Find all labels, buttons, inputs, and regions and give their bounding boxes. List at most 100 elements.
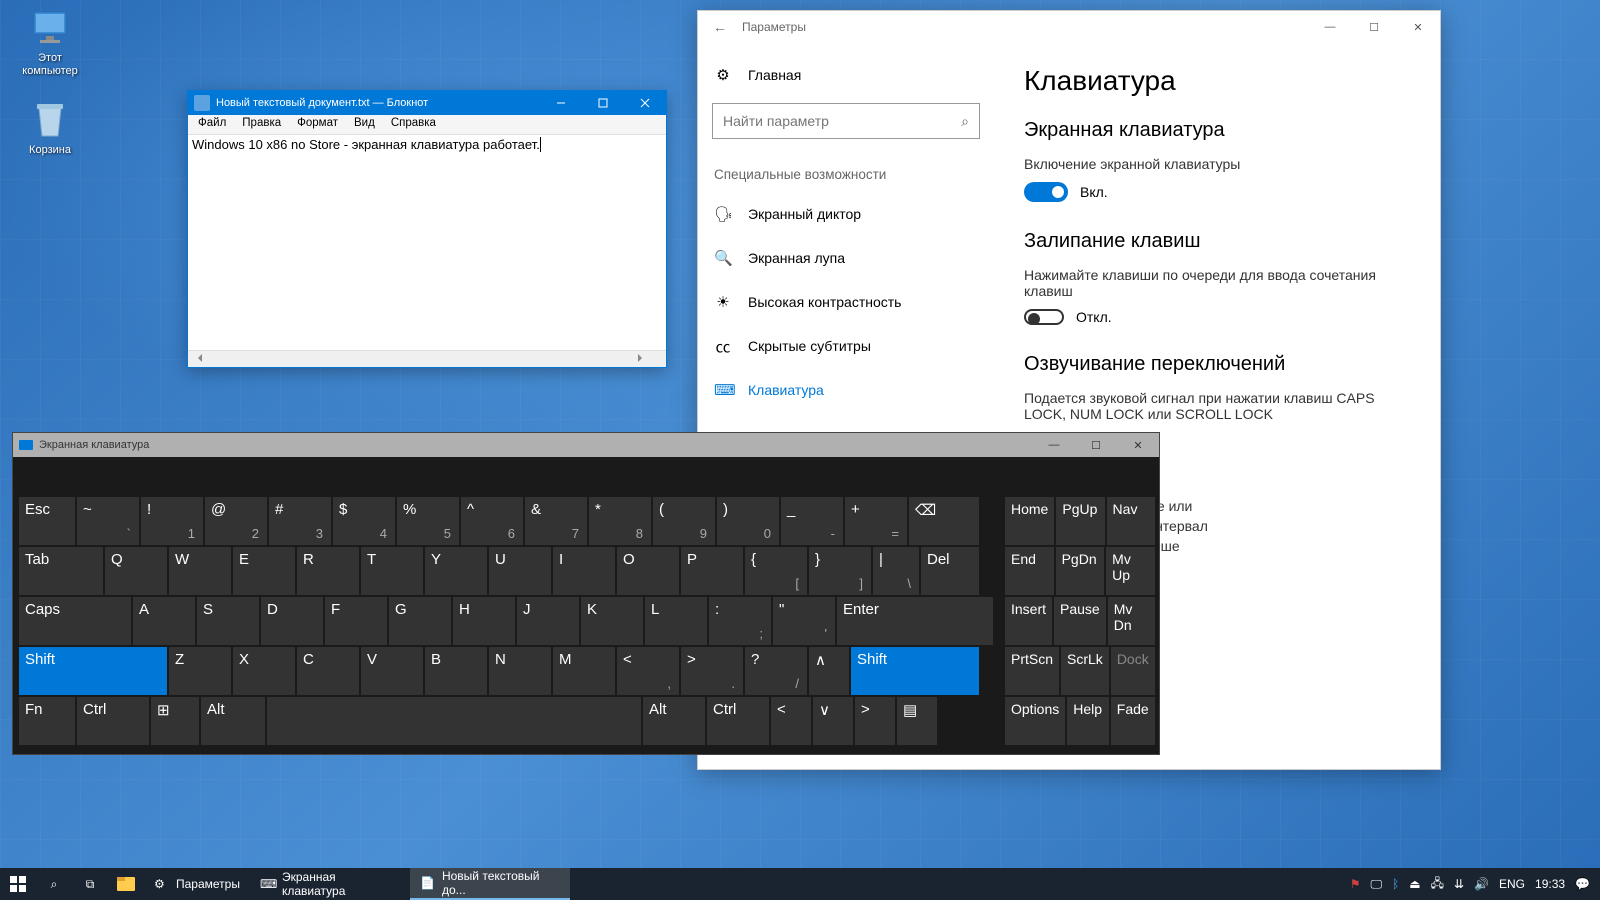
key-b[interactable]: B <box>425 647 487 695</box>
tray-devices-icon[interactable]: ⏏ <box>1409 877 1420 891</box>
key-t[interactable]: T <box>361 547 423 595</box>
key-shift[interactable]: Shift <box>851 647 979 695</box>
settings-titlebar[interactable]: ← Параметры — ☐ ✕ <box>698 11 1440 43</box>
menu-help[interactable]: Справка <box>383 115 444 134</box>
key-h[interactable]: H <box>453 597 515 645</box>
key-pgup[interactable]: PgUp <box>1056 497 1104 545</box>
notepad-titlebar[interactable]: Новый текстовый документ.txt — Блокнот <box>188 91 666 115</box>
key-d[interactable]: D <box>261 597 323 645</box>
key-caps[interactable]: Caps <box>19 597 131 645</box>
tray-volume-icon[interactable]: 🔊 <box>1474 877 1489 891</box>
key-<[interactable]: < <box>771 697 811 745</box>
key-m[interactable]: M <box>553 647 615 695</box>
key-+[interactable]: += <box>845 497 907 545</box>
key-}[interactable]: }] <box>809 547 871 595</box>
key-fn[interactable]: Fn <box>19 697 75 745</box>
key-"[interactable]: "' <box>773 597 835 645</box>
key-v[interactable]: V <box>361 647 423 695</box>
explorer-button[interactable] <box>108 868 144 900</box>
close-button[interactable]: ✕ <box>1117 433 1159 457</box>
close-button[interactable]: ✕ <box>1396 11 1440 43</box>
key-pause[interactable]: Pause <box>1054 597 1106 645</box>
key-([interactable]: (9 <box>653 497 715 545</box>
key-scrlk[interactable]: ScrLk <box>1061 647 1109 695</box>
key-#[interactable]: #3 <box>269 497 331 545</box>
key-l[interactable]: L <box>645 597 707 645</box>
key-{[interactable]: {[ <box>745 547 807 595</box>
tray-notifications-icon[interactable]: 💬 <box>1575 877 1590 891</box>
key-enter[interactable]: Enter <box>837 597 993 645</box>
key-del[interactable]: Del <box>921 547 979 595</box>
key-mvup[interactable]: Mv Up <box>1106 547 1155 595</box>
key-u[interactable]: U <box>489 547 551 595</box>
key-@[interactable]: @2 <box>205 497 267 545</box>
toggle-osk[interactable]: Вкл. <box>1024 182 1108 202</box>
minimize-button[interactable]: — <box>1033 433 1075 457</box>
key-⌫[interactable]: ⌫ <box>909 497 979 545</box>
key-⊞[interactable]: ⊞ <box>151 697 199 745</box>
minimize-button[interactable] <box>540 91 582 115</box>
key-|[interactable]: |\ <box>873 547 919 595</box>
key-nav[interactable]: Nav <box>1107 497 1155 545</box>
key-shift[interactable]: Shift <box>19 647 167 695</box>
key-![interactable]: !1 <box>141 497 203 545</box>
tray-flag-icon[interactable]: ⚑ <box>1350 877 1361 891</box>
key-∨[interactable]: ∨ <box>813 697 853 745</box>
tray-network-icon[interactable]: 🖧 <box>1431 874 1444 895</box>
key-home[interactable]: Home <box>1005 497 1054 545</box>
nav-item-narrator[interactable]: 🗣Экранный диктор <box>698 192 994 236</box>
key-▤[interactable]: ▤ <box>897 697 937 745</box>
key-ctrl[interactable]: Ctrl <box>707 697 769 745</box>
key-:[interactable]: :; <box>709 597 771 645</box>
key-f[interactable]: F <box>325 597 387 645</box>
key-~[interactable]: ~` <box>77 497 139 545</box>
search-input[interactable] <box>723 113 961 129</box>
nav-item-keyboard[interactable]: ⌨Клавиатура <box>698 368 994 412</box>
menu-format[interactable]: Формат <box>289 115 346 134</box>
key-?[interactable]: ?/ <box>745 647 807 695</box>
start-button[interactable] <box>0 868 36 900</box>
key-y[interactable]: Y <box>425 547 487 595</box>
key-)[interactable]: )0 <box>717 497 779 545</box>
key-q[interactable]: Q <box>105 547 167 595</box>
key-esc[interactable]: Esc <box>19 497 75 545</box>
key-i[interactable]: I <box>553 547 615 595</box>
key-mvdn[interactable]: Mv Dn <box>1108 597 1155 645</box>
desktop-icon-recycle-bin[interactable]: Корзина <box>14 100 86 157</box>
key-alt[interactable]: Alt <box>643 697 705 745</box>
key-tab[interactable]: Tab <box>19 547 103 595</box>
key-<[interactable]: <, <box>617 647 679 695</box>
key-dock[interactable]: Dock <box>1111 647 1155 695</box>
key-options[interactable]: Options <box>1005 697 1065 745</box>
menu-view[interactable]: Вид <box>346 115 383 134</box>
key-a[interactable]: A <box>133 597 195 645</box>
key-help[interactable]: Help <box>1067 697 1109 745</box>
osk-titlebar[interactable]: Экранная клавиатура — ☐ ✕ <box>13 433 1159 457</box>
key-ctrl[interactable]: Ctrl <box>77 697 149 745</box>
key-insert[interactable]: Insert <box>1005 597 1052 645</box>
task-settings[interactable]: ⚙Параметры <box>144 868 250 900</box>
nav-item-cc[interactable]: ㏄Скрытые субтитры <box>698 324 994 368</box>
key-∧[interactable]: ∧ <box>809 647 849 695</box>
search-input-wrapper[interactable]: ⌕ <box>712 103 980 139</box>
task-notepad[interactable]: 📄Новый текстовый до... <box>410 868 570 900</box>
key-n[interactable]: N <box>489 647 551 695</box>
key-x[interactable]: X <box>233 647 295 695</box>
key-$[interactable]: $4 <box>333 497 395 545</box>
key->[interactable]: > <box>855 697 895 745</box>
key-e[interactable]: E <box>233 547 295 595</box>
key-w[interactable]: W <box>169 547 231 595</box>
key-c[interactable]: C <box>297 647 359 695</box>
key-s[interactable]: S <box>197 597 259 645</box>
key->[interactable]: >. <box>681 647 743 695</box>
key-r[interactable]: R <box>297 547 359 595</box>
desktop-icon-this-pc[interactable]: Этот компьютер <box>14 8 86 78</box>
nav-item-contrast[interactable]: ☀Высокая контрастность <box>698 280 994 324</box>
key-k[interactable]: K <box>581 597 643 645</box>
key-^[interactable]: ^6 <box>461 497 523 545</box>
close-button[interactable] <box>624 91 666 115</box>
key-%[interactable]: %5 <box>397 497 459 545</box>
back-button[interactable]: ← <box>698 19 742 35</box>
tray-language[interactable]: ENG <box>1499 877 1525 891</box>
key-g[interactable]: G <box>389 597 451 645</box>
